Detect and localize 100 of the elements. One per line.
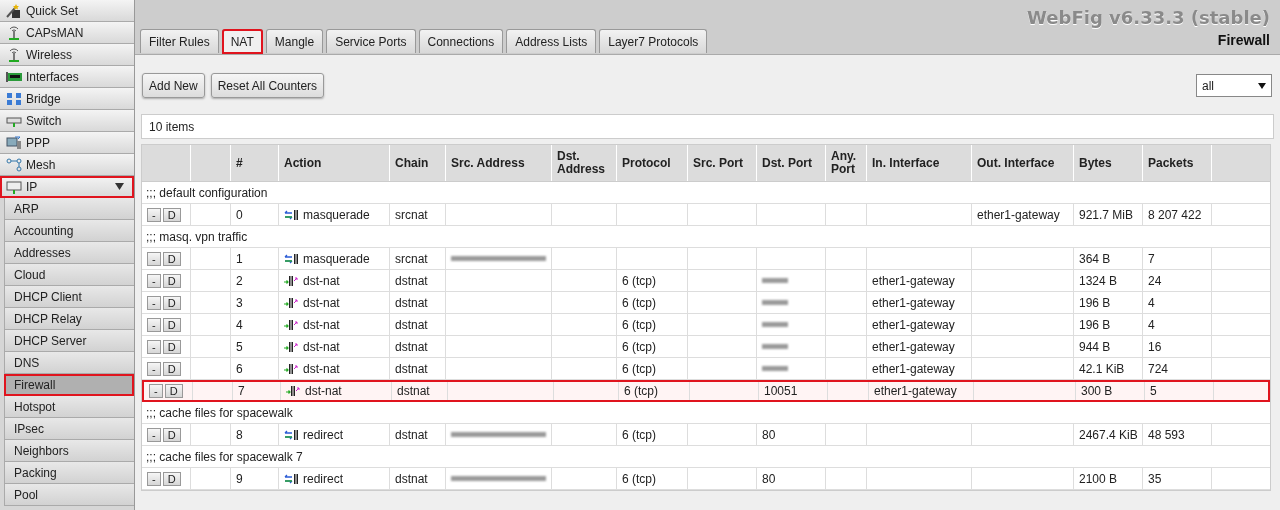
sidebar-subitem[interactable]: Pool: [4, 484, 134, 506]
forward-arrow-icon: [284, 297, 298, 308]
sidebar-subitem[interactable]: Firewall: [4, 374, 134, 396]
sidebar-item[interactable]: Mesh: [0, 154, 134, 176]
column-header[interactable]: Any. Port: [826, 145, 867, 181]
table-cell-text: 2467.4 KiB: [1079, 426, 1138, 444]
sidebar-subitem[interactable]: ARP: [4, 198, 134, 220]
blurred-text: [762, 344, 788, 349]
sidebar-item[interactable]: Interfaces: [0, 66, 134, 88]
row-button[interactable]: D: [162, 207, 181, 222]
sidebar-item[interactable]: Quick Set: [0, 0, 134, 22]
sidebar-subitem[interactable]: Neighbors: [4, 440, 134, 462]
rule-row[interactable]: - D 7 dst-nat dstnat 6 (tcp) 10051 ether1-gateway 300 B 5: [142, 380, 1270, 402]
row-button[interactable]: -: [147, 295, 161, 310]
row-button[interactable]: -: [147, 251, 161, 266]
table-cell-text: 944 B: [1079, 338, 1111, 356]
sidebar-item[interactable]: IP: [0, 176, 134, 198]
rule-row[interactable]: - D 0 masquerade srcnat ether1-gateway 921.7 MiB 8 207 422: [142, 204, 1270, 226]
sidebar-item[interactable]: Bridge: [0, 88, 134, 110]
rule-row[interactable]: - D 3 dst-nat dstnat 6 (tcp) ether1-gateway 196 B 4: [142, 292, 1270, 314]
table-cell-text: 4: [1148, 316, 1155, 334]
table-cell-text: 6 (tcp): [624, 383, 658, 400]
tab[interactable]: NAT: [221, 29, 263, 54]
tab[interactable]: Connections: [418, 29, 504, 53]
table-cell-text: 4: [1148, 294, 1155, 312]
sidebar-subitem[interactable]: Addresses: [4, 242, 134, 264]
rule-row[interactable]: - D 9 redirect dstnat 6 (tcp) 80 2100 B 35: [142, 468, 1270, 490]
sidebar-subitem[interactable]: Accounting: [4, 220, 134, 242]
row-button[interactable]: D: [164, 384, 183, 398]
table-cell-text: 6: [236, 360, 243, 378]
sidebar-item[interactable]: Switch: [0, 110, 134, 132]
tab[interactable]: Filter Rules: [140, 29, 219, 53]
table-cell-text: dst-nat: [303, 294, 340, 312]
row-button[interactable]: D: [162, 295, 181, 310]
column-header[interactable]: Dst. Address: [552, 145, 617, 181]
sidebar-subitem[interactable]: DNS: [4, 352, 134, 374]
sidebar-item[interactable]: CAPsMAN: [0, 22, 134, 44]
column-header[interactable]: Chain: [390, 145, 446, 181]
row-button[interactable]: D: [162, 273, 181, 288]
column-header[interactable]: Packets: [1143, 145, 1212, 181]
table-cell-text: 48 593: [1148, 426, 1185, 444]
row-button[interactable]: -: [147, 273, 161, 288]
tab[interactable]: Mangle: [265, 29, 324, 53]
sidebar-subitem[interactable]: DHCP Server: [4, 330, 134, 352]
column-header[interactable]: Bytes: [1074, 145, 1143, 181]
column-header[interactable]: Src. Address: [446, 145, 552, 181]
column-header[interactable]: Src. Port: [688, 145, 757, 181]
row-button[interactable]: -: [147, 207, 161, 222]
row-button[interactable]: D: [162, 361, 181, 376]
column-header[interactable]: In. Interface: [867, 145, 972, 181]
tab[interactable]: Address Lists: [506, 29, 597, 53]
row-button[interactable]: D: [162, 427, 181, 442]
sidebar-subitem[interactable]: Hotspot: [4, 396, 134, 418]
sidebar-subitem[interactable]: DHCP Client: [4, 286, 134, 308]
sidebar-subitem[interactable]: DHCP Relay: [4, 308, 134, 330]
rule-row[interactable]: - D 1 masquerade srcnat 364 B 7: [142, 248, 1270, 270]
tab[interactable]: Layer7 Protocols: [599, 29, 708, 53]
table-cell-text: dstnat: [395, 272, 428, 290]
column-header[interactable]: Out. Interface: [972, 145, 1074, 181]
antenna-icon: [6, 25, 22, 40]
bridge-arrows-icon: [6, 91, 22, 106]
row-button[interactable]: D: [162, 471, 181, 486]
column-header[interactable]: Protocol: [617, 145, 688, 181]
swap-arrows-icon: [284, 473, 298, 484]
sidebar-item[interactable]: PPP: [0, 132, 134, 154]
table-cell-text: 3: [236, 294, 243, 312]
sidebar-subitem[interactable]: IPsec: [4, 418, 134, 440]
row-button[interactable]: -: [147, 339, 161, 354]
table-cell-text: 42.1 KiB: [1079, 360, 1125, 378]
row-button[interactable]: -: [147, 317, 161, 332]
row-button[interactable]: D: [162, 317, 181, 332]
row-button[interactable]: -: [147, 471, 161, 486]
table-cell-text: 35: [1148, 470, 1162, 488]
rule-row[interactable]: - D 5 dst-nat dstnat 6 (tcp) ether1-gateway 944 B 16: [142, 336, 1270, 358]
table-cell-text: 9: [236, 470, 243, 488]
row-button[interactable]: -: [147, 427, 161, 442]
column-header[interactable]: Action: [279, 145, 390, 181]
row-button[interactable]: -: [149, 384, 163, 398]
table-cell-text: ether1-gateway: [874, 383, 957, 400]
row-button[interactable]: D: [162, 251, 181, 266]
table-cell-text: 5: [1150, 383, 1157, 400]
toolbar-button[interactable]: Reset All Counters: [210, 73, 325, 98]
row-button[interactable]: D: [162, 339, 181, 354]
swap-arrows-icon: [284, 429, 298, 440]
swap-arrows-icon: [284, 209, 298, 220]
sidebar-item[interactable]: Wireless: [0, 44, 134, 66]
rule-row[interactable]: - D 8 redirect dstnat 6 (tcp) 80 2467.4 KiB 48 593: [142, 424, 1270, 446]
rule-row[interactable]: - D 6 dst-nat dstnat 6 (tcp) ether1-gateway 42.1 KiB 724: [142, 358, 1270, 380]
sidebar-subitem[interactable]: Cloud: [4, 264, 134, 286]
column-header[interactable]: Dst. Port: [757, 145, 826, 181]
column-header[interactable]: #: [231, 145, 279, 181]
row-button[interactable]: -: [147, 361, 161, 376]
sidebar-subitem[interactable]: Packing: [4, 462, 134, 484]
table-cell-text: 724: [1148, 360, 1169, 378]
rule-row[interactable]: - D 2 dst-nat dstnat 6 (tcp) ether1-gateway 1324 B 24: [142, 270, 1270, 292]
rule-row[interactable]: - D 4 dst-nat dstnat 6 (tcp) ether1-gateway 196 B 4: [142, 314, 1270, 336]
toolbar-button[interactable]: Add New: [142, 73, 205, 98]
table-cell-text: 5: [236, 338, 243, 356]
tab[interactable]: Service Ports: [326, 29, 416, 53]
filter-select[interactable]: all: [1196, 74, 1272, 97]
